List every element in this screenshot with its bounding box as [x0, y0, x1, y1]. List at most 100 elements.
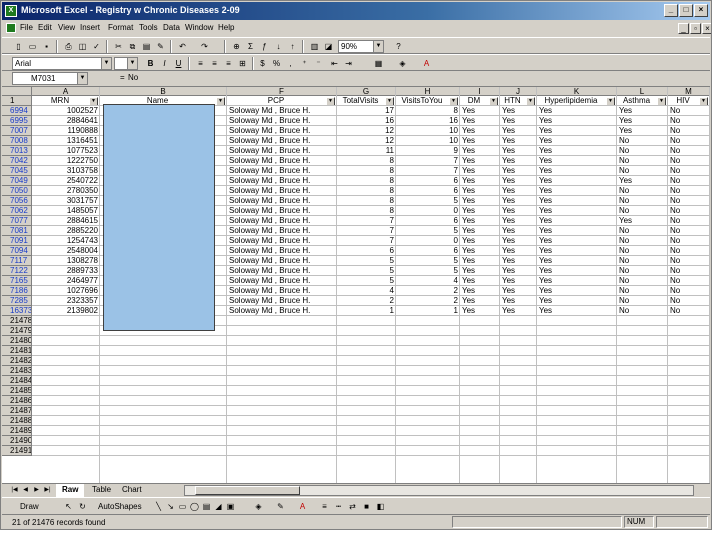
row-header[interactable]: 21490 — [2, 436, 32, 446]
paste-icon[interactable]: ▤ — [140, 40, 153, 53]
arrow-style-icon[interactable]: ⇄ — [346, 500, 359, 513]
print-icon[interactable]: ⎙ — [62, 40, 75, 53]
font-color-icon[interactable]: A — [420, 57, 433, 70]
menu-insert[interactable]: Insert — [80, 23, 100, 32]
select-objects-icon[interactable]: ↖ — [62, 500, 75, 513]
increase-indent-icon[interactable]: ⇥ — [342, 57, 355, 70]
row-header[interactable]: 7094 — [2, 246, 32, 256]
minimize-button[interactable]: _ — [664, 4, 678, 17]
align-right-icon[interactable]: ≡ — [222, 57, 235, 70]
row-header[interactable]: 7077 — [2, 216, 32, 226]
font-name-select[interactable]: Arial ▼ — [12, 57, 112, 70]
italic-icon[interactable]: I — [158, 57, 171, 70]
row-header[interactable]: 7117 — [2, 256, 32, 266]
menu-window[interactable]: Window — [185, 23, 213, 32]
row-header[interactable]: 21479 — [2, 326, 32, 336]
dash-style-icon[interactable]: ┅ — [332, 500, 345, 513]
menu-file[interactable]: File — [20, 23, 33, 32]
fill-color-icon[interactable]: ◈ — [396, 57, 409, 70]
align-center-icon[interactable]: ≡ — [208, 57, 221, 70]
next-sheet-icon[interactable]: ▶ — [32, 486, 41, 496]
row-header[interactable]: 7062 — [2, 206, 32, 216]
line-style-icon[interactable]: ≡ — [318, 500, 331, 513]
horizontal-scrollbar[interactable] — [184, 485, 694, 496]
row-header[interactable]: 21486 — [2, 396, 32, 406]
increase-decimal-icon[interactable]: ⁺ — [298, 57, 311, 70]
borders-icon[interactable]: ▦ — [372, 57, 385, 70]
help-icon[interactable]: ? — [392, 40, 405, 53]
function-icon[interactable]: ƒ — [258, 40, 271, 53]
draw-menu[interactable]: Draw — [20, 502, 39, 511]
row-header[interactable]: 7013 — [2, 146, 32, 156]
format-painter-icon[interactable]: ✎ — [154, 40, 167, 53]
underline-icon[interactable]: U — [172, 57, 185, 70]
column-header-g[interactable]: G — [337, 87, 396, 96]
column-header-j[interactable]: J — [500, 87, 537, 96]
prev-sheet-icon[interactable]: ◀ — [21, 486, 30, 496]
font-size-select[interactable]: ▼ — [114, 57, 138, 70]
row-header[interactable]: 21482 — [2, 356, 32, 366]
zoom-select[interactable]: 90% ▼ — [338, 40, 384, 53]
row-header[interactable]: 7081 — [2, 226, 32, 236]
bold-icon[interactable]: B — [144, 57, 157, 70]
row-header[interactable]: 7049 — [2, 176, 32, 186]
menu-data[interactable]: Data — [163, 23, 180, 32]
doc-restore-button[interactable]: ▫ — [690, 23, 701, 34]
row-header[interactable]: 21484 — [2, 376, 32, 386]
row-header[interactable]: 7165 — [2, 276, 32, 286]
new-icon[interactable]: ▯ — [12, 40, 25, 53]
print-preview-icon[interactable]: ◫ — [76, 40, 89, 53]
undo-icon[interactable]: ↶ — [176, 40, 189, 53]
chart-wizard-icon[interactable]: ▥ — [308, 40, 321, 53]
select-all-corner[interactable] — [2, 87, 32, 96]
redo-icon[interactable]: ↷ — [198, 40, 211, 53]
column-header-i[interactable]: I — [460, 87, 500, 96]
maximize-button[interactable]: □ — [679, 4, 693, 17]
last-sheet-icon[interactable]: ▶| — [43, 486, 52, 496]
sort-descending-icon[interactable]: ↑ — [286, 40, 299, 53]
decrease-indent-icon[interactable]: ⇤ — [328, 57, 341, 70]
decrease-decimal-icon[interactable]: ⁻ — [312, 57, 325, 70]
column-header-k[interactable]: K — [537, 87, 617, 96]
menu-tools[interactable]: Tools — [139, 23, 158, 32]
row-header[interactable]: 7045 — [2, 166, 32, 176]
fill-color-icon[interactable]: ◈ — [252, 500, 265, 513]
chevron-down-icon[interactable]: ▼ — [101, 58, 111, 69]
row-header[interactable]: 7285 — [2, 296, 32, 306]
row-header[interactable]: 7122 — [2, 266, 32, 276]
doc-close-button[interactable]: × — [702, 23, 711, 34]
row-header[interactable]: 6995 — [2, 116, 32, 126]
column-header-l[interactable]: L — [617, 87, 668, 96]
line-color-icon[interactable]: ✎ — [274, 500, 287, 513]
row-header[interactable]: 7091 — [2, 236, 32, 246]
row-header[interactable]: 21491 — [2, 446, 32, 456]
row-header[interactable]: 7050 — [2, 186, 32, 196]
row-header[interactable]: 21478 — [2, 316, 32, 326]
sheet-tab-table[interactable]: Table — [86, 484, 118, 497]
column-header-a[interactable]: A — [32, 87, 100, 96]
row-header[interactable]: 1 — [2, 96, 32, 106]
doc-minimize-button[interactable]: _ — [678, 23, 689, 34]
row-header[interactable]: 21483 — [2, 366, 32, 376]
merge-center-icon[interactable]: ⊞ — [236, 57, 249, 70]
sort-ascending-icon[interactable]: ↓ — [272, 40, 285, 53]
font-color-icon[interactable]: A — [296, 500, 309, 513]
menu-help[interactable]: Help — [218, 23, 234, 32]
row-header[interactable]: 6994 — [2, 106, 32, 116]
column-header-f[interactable]: F — [227, 87, 337, 96]
sheet-tab-raw[interactable]: Raw — [56, 484, 85, 497]
autosum-icon[interactable]: Σ — [244, 40, 257, 53]
row-header[interactable]: 16373 — [2, 306, 32, 316]
shadow-icon[interactable]: ■ — [360, 500, 373, 513]
row-header[interactable]: 21488 — [2, 416, 32, 426]
free-rotate-icon[interactable]: ↻ — [76, 500, 89, 513]
row-header[interactable]: 21481 — [2, 346, 32, 356]
comma-icon[interactable]: , — [284, 57, 297, 70]
worksheet-grid[interactable]: A B F G H I J K L M 1 MRN ▼ Name ▼ PCP ▼ Total… — [2, 86, 710, 483]
column-header-b[interactable]: B — [100, 87, 227, 96]
row-header[interactable]: 7042 — [2, 156, 32, 166]
spelling-icon[interactable]: ✓ — [90, 40, 103, 53]
column-header-m[interactable]: M — [668, 87, 710, 96]
chevron-down-icon[interactable]: ▼ — [373, 41, 383, 52]
row-header[interactable]: 21480 — [2, 336, 32, 346]
